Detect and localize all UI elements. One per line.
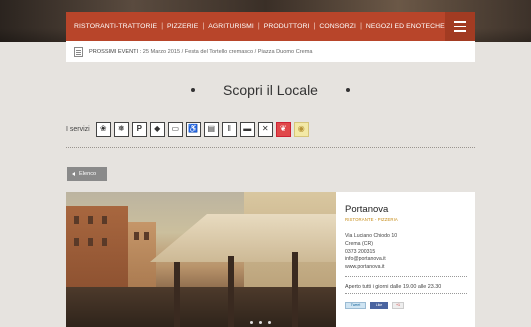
photo-building (128, 222, 156, 292)
nav-separator: | (161, 23, 164, 30)
venue-category: RISTORANTE - PIZZERIA (345, 217, 398, 222)
parking-icon: P (131, 121, 147, 137)
carousel-dot[interactable] (250, 321, 253, 324)
nav-separator: | (360, 23, 362, 30)
card-divider (345, 275, 467, 277)
event-date[interactable]: 25 Marzo 2015 (143, 49, 180, 55)
calendar-icon (74, 46, 83, 57)
events-text: PROSSIMI EVENTI : 25 Marzo 2015 / Festa … (89, 49, 313, 55)
venue-info-card: Portanova RISTORANTE - PIZZERIA Via Luci… (336, 192, 475, 327)
wifi-icon: ◉ (293, 121, 309, 137)
events-label: PROSSIMI EVENTI : (89, 48, 142, 55)
hamburger-menu-icon[interactable] (445, 12, 475, 41)
menu-icon: ▤ (203, 121, 219, 137)
air-conditioning-icon: ❅ (113, 121, 129, 137)
venue-city: Crema (CR) (345, 240, 373, 247)
carousel-indicator[interactable] (250, 321, 271, 324)
back-button-label: Elenco (79, 171, 97, 177)
event-location[interactable]: Piazza Duomo Crema (258, 49, 313, 55)
section-divider (66, 147, 475, 148)
cutlery-icon: ‖ (221, 121, 237, 137)
main-navigation: RISTORANTI-TRATTORIE | PIZZERIE | AGRITU… (66, 12, 475, 41)
no-smoking-icon: ✕ (257, 121, 273, 137)
facebook-like-button[interactable]: Like (370, 301, 388, 309)
social-share-buttons: Tweet Like +1 (345, 301, 467, 309)
terrace-icon: ▬ (239, 121, 255, 137)
google-plus-button[interactable]: +1 (392, 301, 404, 309)
event-divider: / (181, 48, 184, 55)
event-name[interactable]: Festa del Tortello cremasco (185, 49, 253, 55)
nav-separator: | (313, 23, 316, 30)
nav-item-pizzerie[interactable]: PIZZERIE (167, 23, 198, 30)
pets-icon: ❦ (275, 121, 291, 137)
venue-email[interactable]: info@portanova.it (345, 256, 467, 264)
nav-item-negozi[interactable]: NEGOZI ED ENOTECHE (366, 23, 445, 30)
tweet-button[interactable]: Tweet (345, 301, 366, 309)
credit-card-icon: ▭ (167, 121, 183, 137)
nav-item-produttori[interactable]: PRODUTTORI (264, 23, 310, 30)
venue-street: Via Luciano Chiodo 10 (345, 233, 398, 239)
carousel-dot[interactable] (259, 321, 262, 324)
photo-awning (150, 214, 336, 262)
directions-icon: ◆ (149, 121, 165, 137)
services-bar: I servizi ❀ ❅ P ◆ ▭ ♿ ▤ ‖ ▬ ✕ ❦ ◉ (66, 121, 312, 137)
nav-separator: | (202, 23, 205, 30)
carousel-dot[interactable] (268, 321, 271, 324)
venue-website[interactable]: www.portanova.it (345, 264, 467, 272)
vegetarian-icon: ❀ (95, 121, 111, 137)
bullet-icon (191, 88, 196, 92)
venue-name: Portanova (345, 204, 389, 215)
venue-photo (66, 192, 336, 327)
bullet-icon (345, 88, 350, 92)
upcoming-events-bar: PROSSIMI EVENTI : 25 Marzo 2015 / Festa … (66, 41, 475, 62)
nav-items: RISTORANTI-TRATTORIE | PIZZERIE | AGRITU… (66, 23, 445, 30)
event-divider: / (254, 48, 257, 55)
venue-hours: Aperto tutti i giorni dalle 19.00 alle 2… (345, 283, 442, 290)
nav-separator: | (257, 23, 260, 30)
wheelchair-icon: ♿ (185, 121, 201, 137)
nav-item-ristoranti[interactable]: RISTORANTI-TRATTORIE (74, 23, 157, 30)
nav-item-consorzi[interactable]: CONSORZI (319, 23, 356, 30)
page-title: Scopri il Locale (223, 82, 318, 98)
venue-phone[interactable]: 0373 200315 (345, 249, 467, 257)
chevron-left-icon (72, 172, 75, 176)
services-label: I servizi (66, 125, 90, 133)
venue-address-block: Via Luciano Chiodo 10 Crema (CR) 0373 20… (345, 233, 467, 272)
card-divider (345, 292, 467, 294)
nav-item-agriturismi[interactable]: AGRITURISMI (208, 23, 254, 30)
section-heading: Scopri il Locale (66, 80, 475, 100)
back-to-list-button[interactable]: Elenco (67, 167, 107, 181)
